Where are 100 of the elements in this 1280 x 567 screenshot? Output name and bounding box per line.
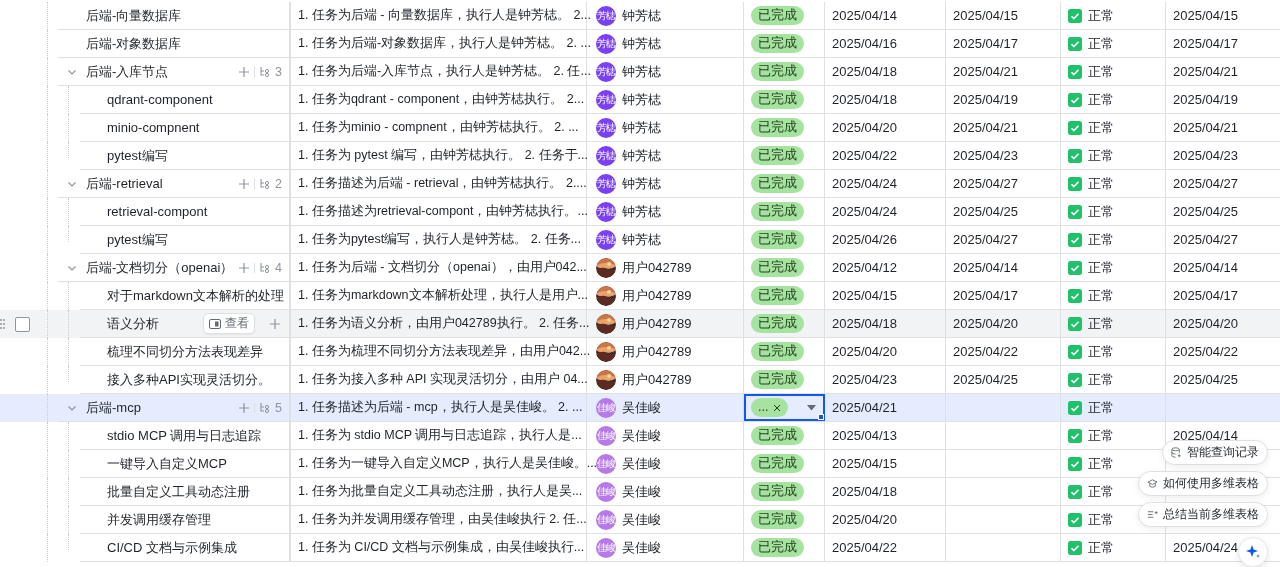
start-date: 2025/04/20 <box>832 344 898 359</box>
date-text: 2025/04/14 <box>1173 260 1239 275</box>
table-row[interactable]: 梳理不同切分方法表现差异 1. 任务为梳理不同切分方法表现差异，由用户042... 用户042789 已完成 2025/04/20 2025/04/22 正常 2025/04/22 <box>0 338 1280 366</box>
add-icon[interactable] <box>238 401 251 414</box>
add-icon[interactable] <box>238 261 251 274</box>
table-row[interactable]: pytest编写 1. 任务为 pytest 编写，由钟芳梽执行。 2. 任务于... 芳梽 钟芳梽 已完成 2025/04/22 2025/04/23 正常 2025/04/23 <box>0 142 1280 170</box>
graduation-cap-icon <box>1147 478 1158 489</box>
assignee-name: 钟芳梽 <box>622 146 661 165</box>
add-icon[interactable] <box>269 317 281 330</box>
status-label: 正常 <box>1088 454 1114 473</box>
checkbox[interactable] <box>1068 260 1082 275</box>
table-row[interactable]: minio-compnent 1. 任务为minio - compnent，由钟芳梽执行。 2. ... 芳梽 钟芳梽 已完成 2025/04/20 2025/04/21 正常 2025/04/21 <box>0 114 1280 142</box>
start-date: 2025/04/15 <box>832 288 898 303</box>
checkbox[interactable] <box>1068 232 1082 247</box>
status-label: 正常 <box>1088 510 1114 529</box>
row-checkbox[interactable] <box>15 316 30 332</box>
status-tag: 已完成 <box>751 202 804 221</box>
date-text: 2025/04/23 <box>1173 148 1239 163</box>
status-tag: 已完成 <box>751 286 804 305</box>
description-text: 1. 任务为后端 - 文档切分（openai），由用户042... <box>298 259 587 276</box>
checkbox[interactable] <box>1068 316 1082 331</box>
description-text: 1. 任务为minio - compnent，由钟芳梽执行。 2. ... <box>298 119 579 136</box>
task-name: 并发调用缓存管理 <box>107 510 211 529</box>
checkbox[interactable] <box>1068 484 1082 499</box>
status-tag: ... <box>751 398 789 417</box>
assignee-name: 钟芳梽 <box>622 34 661 53</box>
checkbox[interactable] <box>1068 8 1082 23</box>
date-text: 2025/04/22 <box>1173 344 1239 359</box>
status-label: 正常 <box>1088 370 1114 389</box>
task-name: stdio MCP 调用与日志追踪 <box>107 426 262 445</box>
ai-assistant-button[interactable] <box>1238 537 1268 567</box>
avatar: 芳梽 <box>596 117 616 138</box>
table-row[interactable]: 后端-retrieval 2 1. 任务描述为后端 - retrieval，由钟芳梽执行。 2.... 芳梽 钟芳梽 已完成 2025/04/24 2025/04/27 正常 2025/04/27 <box>0 170 1280 198</box>
assignee-name: 吴佳峻 <box>622 510 661 529</box>
checkbox[interactable] <box>1068 400 1082 415</box>
description-text: 1. 任务为 CI/CD 文档与示例集成，由吴佳峻执行... <box>298 539 585 556</box>
view-button[interactable]: 查看 <box>203 313 255 334</box>
status-label: 正常 <box>1088 174 1114 193</box>
status-tag: 已完成 <box>751 482 804 501</box>
avatar: 芳梽 <box>596 201 616 222</box>
status-tag: 已完成 <box>751 34 804 53</box>
end-date: 2025/04/17 <box>953 36 1019 51</box>
checkbox[interactable] <box>1068 456 1082 471</box>
caret-icon[interactable] <box>807 404 816 411</box>
close-icon[interactable] <box>773 403 782 412</box>
checkbox[interactable] <box>1068 288 1082 303</box>
suggestion-button[interactable]: 如何使用多维表格 <box>1138 471 1268 496</box>
status-tag: 已完成 <box>751 314 804 333</box>
date-text: 2025/04/25 <box>1173 204 1239 219</box>
table-row[interactable]: 后端-向量数据库 1. 任务为后端 - 向量数据库，执行人是钟芳梽。 2... 芳梽 钟芳梽 已完成 2025/04/14 2025/04/15 正常 2025/04/15 <box>0 2 1280 30</box>
add-icon[interactable] <box>238 177 251 190</box>
checkbox[interactable] <box>1068 120 1082 135</box>
start-date: 2025/04/24 <box>832 176 898 191</box>
checkbox[interactable] <box>1068 428 1082 443</box>
table-row[interactable]: 语义分析 查看 1. 任务为语义分析，由用户042789执行。 2. 任务... 用户042789 已完成 2025/04/18 2025/04/20 正常 2025/04/20 <box>0 310 1280 338</box>
status-tag: 已完成 <box>751 118 804 137</box>
status-tag: 已完成 <box>751 146 804 165</box>
checkbox[interactable] <box>1068 372 1082 387</box>
suggestion-button[interactable]: 总结当前多维表格 <box>1138 502 1268 527</box>
start-date: 2025/04/21 <box>832 400 898 415</box>
summary-list-icon <box>1147 509 1158 520</box>
end-date: 2025/04/25 <box>953 204 1019 219</box>
assignee-name: 钟芳梽 <box>622 62 661 81</box>
description-text: 1. 任务为并发调用缓存管理，由吴佳峻执行 2. 任... <box>298 511 587 528</box>
drag-handle-icon[interactable] <box>0 318 5 330</box>
resize-handle[interactable] <box>818 414 824 420</box>
status-editor[interactable]: ... <box>744 394 825 421</box>
assignee-name: 吴佳峻 <box>622 482 661 501</box>
checkbox[interactable] <box>1068 176 1082 191</box>
add-icon[interactable] <box>238 65 251 78</box>
table-row[interactable]: 后端-对象数据库 1. 任务为后端-对象数据库，执行人是钟芳梽。 2. ... 芳梽 钟芳梽 已完成 2025/04/16 2025/04/17 正常 2025/04/17 <box>0 30 1280 58</box>
table-row[interactable]: qdrant-component 1. 任务为qdrant - component，由钟芳梽执行。 2... 芳梽 钟芳梽 已完成 2025/04/18 2025/04/19 正常 2025/04/19 <box>0 86 1280 114</box>
start-date: 2025/04/20 <box>832 512 898 527</box>
task-name: minio-compnent <box>107 120 200 135</box>
start-date: 2025/04/22 <box>832 540 898 555</box>
table-row[interactable]: 后端-文档切分（openai） 4 1. 任务为后端 - 文档切分（openai），由用户042... 用户042789 已完成 2025/04/12 2025/04/14 正常 2025/04/14 <box>0 254 1280 282</box>
status-tag: 已完成 <box>751 6 804 25</box>
date-text: 2025/04/21 <box>1173 64 1239 79</box>
status-tag: 已完成 <box>751 62 804 81</box>
table-row[interactable]: pytest编写 1. 任务为pytest编写，执行人是钟芳梽。 2. 任务... 芳梽 钟芳梽 已完成 2025/04/26 2025/04/27 正常 2025/04/27 <box>0 226 1280 254</box>
table-row[interactable]: 后端-入库节点 3 1. 任务为后端-入库节点，执行人是钟芳梽。 2. 任... 芳梽 钟芳梽 已完成 2025/04/18 2025/04/21 正常 2025/04/21 <box>0 58 1280 86</box>
checkbox[interactable] <box>1068 36 1082 51</box>
start-date: 2025/04/20 <box>832 120 898 135</box>
table-row[interactable]: 后端-mcp 5 1. 任务描述为后端 - mcp，执行人是吴佳峻。 2. ... 佳峻 吴佳峻 ... 2025/04/21 正常 <box>0 394 1280 422</box>
suggestion-button[interactable]: 智能查询记录 <box>1162 440 1268 465</box>
checkbox[interactable] <box>1068 148 1082 163</box>
end-date: 2025/04/27 <box>953 176 1019 191</box>
checkbox[interactable] <box>1068 92 1082 107</box>
start-date: 2025/04/13 <box>832 428 898 443</box>
assignee-name: 用户042789 <box>622 286 692 305</box>
description-text: 1. 任务为接入多种 API 实现灵活切分，由用户 04... <box>298 371 588 388</box>
checkbox[interactable] <box>1068 540 1082 555</box>
checkbox[interactable] <box>1068 204 1082 219</box>
checkbox[interactable] <box>1068 344 1082 359</box>
table-row[interactable]: retrieval-compont 1. 任务描述为retrieval-compont，由钟芳梽执行。... 芳梽 钟芳梽 已完成 2025/04/24 2025/04/25 正常 2025/04/25 <box>0 198 1280 226</box>
checkbox[interactable] <box>1068 64 1082 79</box>
checkbox[interactable] <box>1068 512 1082 527</box>
description-text: 1. 任务为pytest编写，执行人是钟芳梽。 2. 任务... <box>298 231 582 248</box>
panel-icon <box>209 318 221 329</box>
task-name: 接入多种API实现灵活切分。 <box>107 370 271 389</box>
